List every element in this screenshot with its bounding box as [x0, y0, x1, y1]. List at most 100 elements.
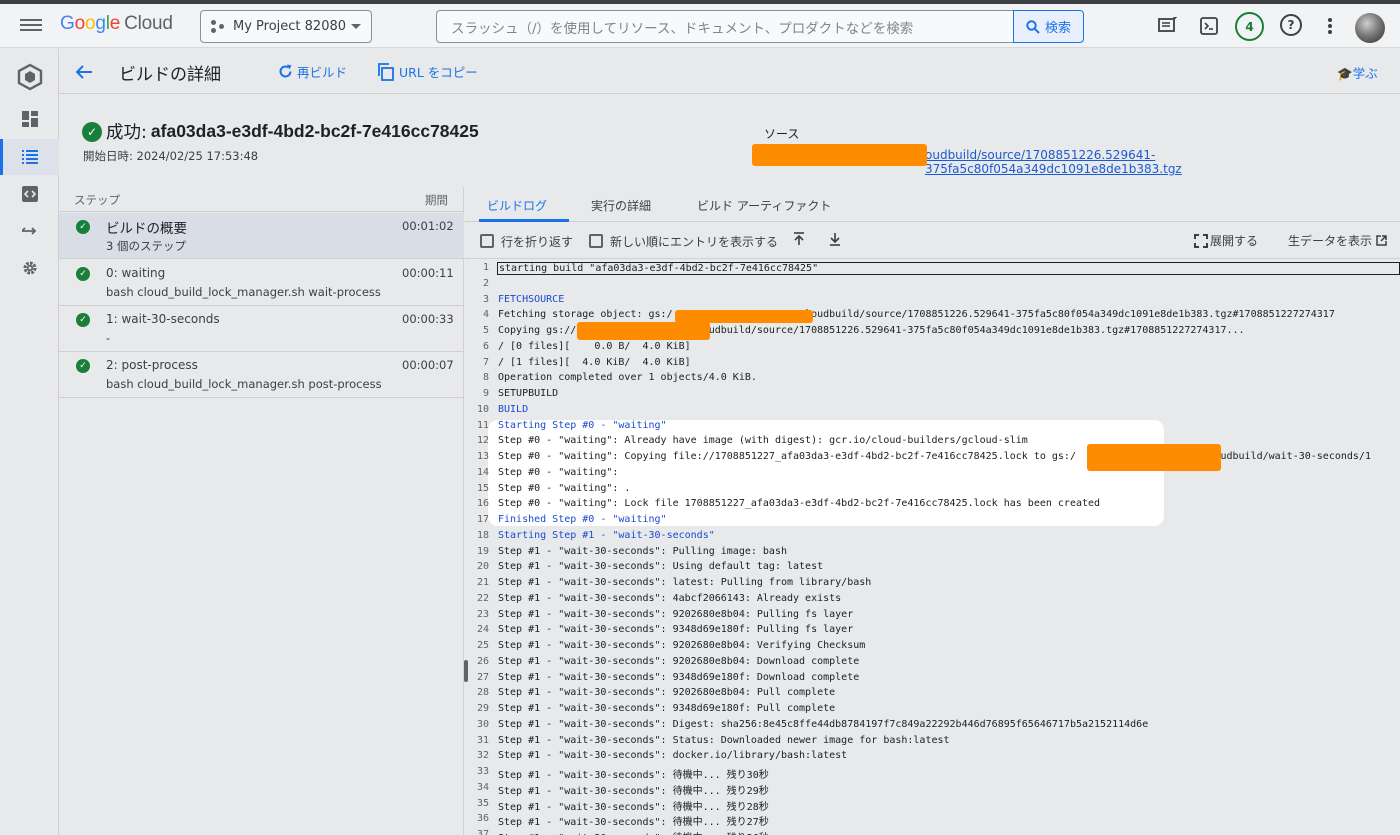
source-label: ソース [764, 127, 800, 141]
log-line-number: 24 [476, 624, 489, 636]
help-icon[interactable]: ? [1280, 14, 1302, 36]
step-duration: 00:00:07 [402, 358, 454, 372]
log-line-number: 16 [476, 498, 489, 510]
start-time: 開始日時: 2024/02/25 17:53:48 [83, 149, 259, 163]
log-line: 23 Step #1 - "wait-30-seconds": 9202680e8… [465, 609, 1400, 625]
log-line: 9 SETUPBUILD [465, 388, 1400, 404]
log-line-text: Step #0 - "waiting": Already have image … [498, 435, 1028, 447]
project-selector[interactable]: My Project 82080 [200, 10, 372, 43]
log-line: 15 Step #0 - "waiting": . [465, 483, 1400, 499]
log-line-number: 21 [476, 577, 489, 588]
menu-icon[interactable] [20, 16, 42, 36]
log-line: 25 Step #1 - "wait-30-seconds": 9202680e8… [465, 640, 1400, 656]
scroll-to-top-icon[interactable] [793, 232, 805, 249]
log-line-text: Step #1 - "wait-30-seconds": Digest: sha… [498, 718, 1149, 730]
refresh-icon [279, 64, 292, 78]
log-line: 13 Step #0 - "waiting": Copying file://17… [465, 451, 1400, 467]
wrap-lines-checkbox[interactable] [480, 234, 494, 248]
page-header: ビルドの詳細 再ビルド URL をコピー 🎓学ぶ [59, 49, 1400, 94]
cloud-shell-icon[interactable] [1197, 14, 1221, 38]
log-line-number: 10 [476, 403, 489, 415]
log-line-number: 30 [476, 718, 489, 730]
log-line-text: Step #1 - "wait-30-seconds": latest: Pul… [498, 577, 872, 588]
repositories-icon[interactable] [0, 213, 59, 249]
panel-resize-handle[interactable] [464, 660, 468, 682]
log-line-text: starting build "afa03da3-e3df-4bd2-bc2f-… [497, 262, 1400, 275]
more-options-icon[interactable] [1325, 16, 1335, 36]
search-input[interactable]: スラッシュ（/）を使用してリソース、ドキュメント、プロダクトなどを検索 [436, 10, 1013, 43]
log-line: 12 Step #0 - "waiting": Already have imag… [465, 435, 1400, 451]
log-line-text: Step #1 - "wait-30-seconds": Pulling ima… [498, 545, 787, 557]
tab-build-artifacts[interactable]: ビルド アーティファクト [697, 197, 831, 214]
dashboard-icon[interactable] [0, 101, 59, 137]
log-line-number: 14 [476, 466, 489, 478]
notification-count: 4 [1245, 19, 1254, 34]
log-line-text: Starting Step #1 - "wait-30-seconds" [498, 529, 715, 541]
log-line-number: 1 [482, 262, 489, 273]
settings-icon[interactable] [0, 250, 59, 286]
google-cloud-logo[interactable]: Google Cloud [60, 13, 173, 35]
log-line-number: 17 [476, 514, 489, 525]
step-sub: 3 個のステップ [106, 239, 186, 253]
search-button-label: 検索 [1044, 21, 1071, 36]
build-log: 1 starting build "afa03da3-e3df-4bd2-bc2f… [465, 260, 1400, 835]
left-nav-rail [0, 49, 59, 835]
project-icon [211, 19, 225, 34]
tab-execution-details[interactable]: 実行の詳細 [591, 197, 651, 214]
notification-count-badge[interactable]: 4 [1235, 12, 1264, 41]
step-sub: bash cloud_build_lock_manager.sh post-pr… [106, 377, 382, 391]
log-line-number: 6 [482, 340, 489, 352]
project-name: My Project 82080 [233, 19, 347, 34]
expand-button[interactable]: 展開する [1194, 232, 1258, 249]
log-line: 36 Step #1 - "wait-30-seconds": 待機中... 残り… [465, 813, 1400, 829]
copy-url-button[interactable]: URL をコピー [377, 62, 478, 81]
source-link[interactable]: oudbuild/source/1708851226.529641-375fa5… [925, 148, 1400, 176]
log-line-text: SETUPBUILD [498, 388, 559, 399]
scroll-to-bottom-icon[interactable] [829, 232, 841, 249]
rebuild-label: 再ビルド [297, 65, 348, 80]
log-line-number: 15 [476, 482, 489, 494]
build-id: afa03da3-e3df-4bd2-bc2f-7e416cc78425 [150, 121, 479, 141]
log-line-text: Step #1 - "wait-30-seconds": 9202680e8b0… [498, 608, 854, 620]
log-tabs: ビルドログ 実行の詳細 ビルド アーティファクト [465, 187, 1400, 222]
search-button[interactable]: 検索 [1013, 10, 1084, 43]
feedback-icon[interactable] [1156, 14, 1180, 38]
success-check-icon: ✓ [76, 267, 90, 281]
log-line-text: Step #1 - "wait-30-seconds": docker.io/l… [498, 750, 848, 762]
build-status: 成功: [106, 123, 147, 143]
step-name: 2: post-process [106, 358, 198, 372]
search-placeholder: スラッシュ（/）を使用してリソース、ドキュメント、プロダクトなどを検索 [451, 20, 914, 37]
page-title: ビルドの詳細 [119, 65, 221, 85]
step-1-wait-30-seconds[interactable]: ✓ 1: wait-30-seconds - 00:00:33 [59, 306, 464, 352]
log-line-number: 5 [482, 325, 489, 336]
step-build-summary[interactable]: ✓ ビルドの概要 3 個のステップ 00:01:02 [59, 213, 464, 259]
avatar[interactable] [1355, 13, 1385, 43]
log-line-text: Step #0 - "waiting": . [498, 482, 631, 494]
back-arrow-icon[interactable] [75, 61, 93, 85]
step-2-post-process[interactable]: ✓ 2: post-process bash cloud_build_lock_… [59, 352, 464, 398]
steps-header: ステップ 期間 [59, 187, 464, 212]
newest-first-checkbox[interactable] [589, 234, 603, 248]
log-line-text: Step #1 - "wait-30-seconds": 9202680e8b0… [498, 687, 836, 699]
step-duration: 00:00:11 [402, 266, 454, 280]
log-line-text: Step #1 - "wait-30-seconds": 4abcf206614… [498, 592, 842, 604]
copy-url-label: URL をコピー [399, 65, 478, 80]
log-line-number: 34 [476, 781, 489, 793]
log-line: 31 Step #1 - "wait-30-seconds": Status: D… [465, 735, 1400, 751]
log-line: 22 Step #1 - "wait-30-seconds": 4abcf2066… [465, 593, 1400, 609]
success-check-icon: ✓ [76, 313, 90, 327]
school-icon: 🎓 [1337, 66, 1353, 81]
log-line: 28 Step #1 - "wait-30-seconds": 9202680e8… [465, 687, 1400, 703]
log-line-number: 8 [482, 372, 489, 384]
learn-button[interactable]: 🎓学ぶ [1337, 63, 1378, 82]
log-line-text: Step #1 - "wait-30-seconds": Status: Dow… [498, 734, 950, 746]
rebuild-button[interactable]: 再ビルド [278, 62, 347, 81]
triggers-icon[interactable] [0, 176, 59, 212]
history-list-icon[interactable] [0, 139, 59, 175]
step-0-waiting[interactable]: ✓ 0: waiting bash cloud_build_lock_manag… [59, 260, 464, 306]
step-name: 0: waiting [106, 266, 166, 280]
cloud-build-logo-icon[interactable] [0, 54, 59, 100]
view-raw-button[interactable]: 生データを表示 [1288, 232, 1387, 249]
tab-build-log[interactable]: ビルドログ [487, 197, 547, 214]
success-check-icon: ✓ [76, 359, 90, 373]
